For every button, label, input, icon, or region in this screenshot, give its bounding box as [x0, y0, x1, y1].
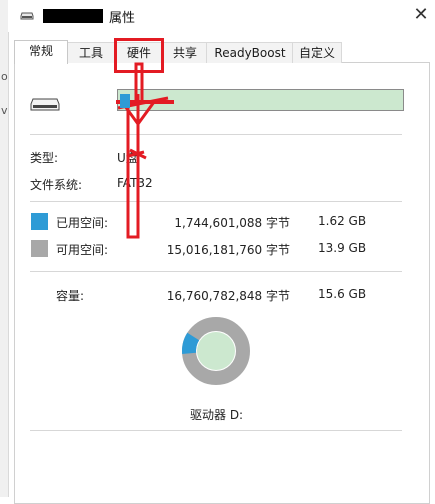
tab-bar: 常规 工具 硬件 共享 ReadyBoost 自定义 [8, 40, 435, 64]
divider-4 [30, 430, 402, 431]
edge-glyph-a: o [1, 70, 8, 83]
divider-3 [30, 271, 402, 272]
tab-readyboost[interactable]: ReadyBoost [206, 42, 294, 63]
close-icon: ✕ [413, 4, 429, 25]
used-space-swatch [31, 213, 48, 230]
free-space-label: 可用空间: [56, 243, 109, 257]
tab-customize[interactable]: 自定义 [292, 42, 342, 63]
close-button[interactable]: ✕ [408, 2, 434, 28]
filesystem-label: 文件系统: [30, 178, 83, 192]
usage-donut-chart [182, 317, 250, 385]
edge-glyph-b: v [1, 104, 8, 117]
drive-large-icon [30, 98, 60, 111]
capacity-label: 容量: [56, 289, 85, 303]
capacity-size: 15.6 GB [318, 287, 367, 301]
donut-center [197, 332, 235, 370]
tab-general[interactable]: 常规 [14, 40, 68, 64]
used-space-label: 已用空间: [56, 216, 109, 230]
capacity-bytes: 16,760,782,848 字节 [166, 289, 290, 303]
annotation-arrow [116, 62, 174, 239]
usb-drive-icon [20, 12, 34, 20]
general-tab-panel [14, 62, 430, 504]
window-title: 属性 [109, 11, 136, 26]
drive-caption: 驱动器 D: [190, 408, 244, 422]
divider-2 [30, 201, 402, 202]
free-space-bytes: 15,016,181,760 字节 [166, 243, 290, 257]
divider-1 [30, 134, 402, 135]
background-window-edge: o v [0, 0, 9, 497]
redacted-drive-name [43, 9, 103, 23]
tab-sharing[interactable]: 共享 [162, 42, 208, 63]
used-space-size: 1.62 GB [318, 214, 367, 228]
type-label: 类型: [30, 151, 59, 165]
free-space-swatch [31, 240, 48, 257]
tab-tools[interactable]: 工具 [66, 42, 116, 63]
free-space-size: 13.9 GB [318, 241, 367, 255]
title-bar: 属性 ✕ [8, 0, 435, 32]
